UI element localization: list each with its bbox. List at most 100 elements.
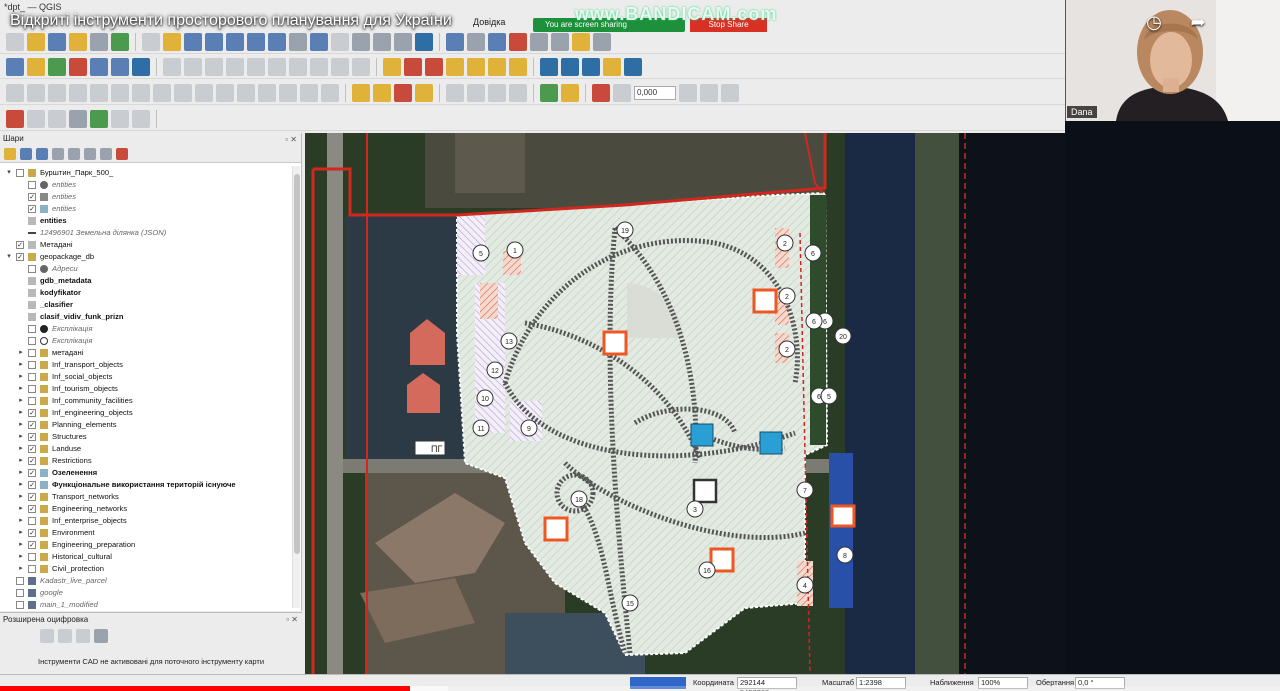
snapping-icon[interactable] <box>613 83 631 102</box>
layer-visibility-checkbox[interactable] <box>16 589 24 597</box>
layer-item[interactable]: ▸ метадані <box>0 347 301 359</box>
cad-parallel-icon[interactable] <box>58 629 72 643</box>
collapse-all-icon[interactable] <box>100 147 112 160</box>
pan-to-selection-icon[interactable] <box>163 32 181 51</box>
cad-perpendicular-icon[interactable] <box>76 629 90 643</box>
redo-icon[interactable] <box>352 57 370 76</box>
text-t-icon[interactable] <box>721 83 739 102</box>
zoom-layer-icon[interactable] <box>268 32 286 51</box>
shape-rect-icon[interactable] <box>467 83 485 102</box>
layer-item[interactable]: ▸ ✓ Озеленення <box>0 467 301 479</box>
panel-close-icon[interactable]: ▫ ✕ <box>285 134 297 146</box>
deselect-icon[interactable] <box>394 83 412 102</box>
expand-arrow-icon[interactable]: ▸ <box>17 443 25 455</box>
split-features-icon[interactable] <box>237 83 255 102</box>
trim-icon[interactable] <box>132 109 150 128</box>
layer-visibility-checkbox[interactable]: ✓ <box>16 241 24 249</box>
layer-item[interactable]: ▸ Inf_tourism_objects <box>0 383 301 395</box>
label-pin-icon[interactable] <box>404 57 422 76</box>
select-features-icon[interactable] <box>352 83 370 102</box>
vertex-tool-icon[interactable] <box>226 57 244 76</box>
undo-icon[interactable] <box>331 57 349 76</box>
layout-manager-icon[interactable] <box>90 32 108 51</box>
layer-visibility-checkbox[interactable]: ✓ <box>28 505 36 513</box>
statistics-sigma-icon[interactable] <box>509 32 527 51</box>
split-line-icon[interactable] <box>111 109 129 128</box>
tree-plugin-icon[interactable] <box>90 109 108 128</box>
undo-red-icon[interactable] <box>6 109 24 128</box>
layer-item[interactable]: Експлікація <box>0 335 301 347</box>
expand-arrow-icon[interactable]: ▸ <box>17 563 25 575</box>
bookmark-icon[interactable] <box>373 32 391 51</box>
vertex-editor-icon[interactable] <box>69 109 87 128</box>
add-group-icon[interactable] <box>20 147 32 160</box>
layer-item[interactable]: Kadastr_live_parcel <box>0 575 301 587</box>
share-icon[interactable]: ➦ <box>1186 10 1210 34</box>
label-rotate-icon[interactable] <box>488 57 506 76</box>
layer-visibility-checkbox[interactable] <box>28 397 36 405</box>
expand-arrow-icon[interactable]: ▾ <box>5 167 13 179</box>
layer-visibility-checkbox[interactable]: ✓ <box>28 469 36 477</box>
layer-item[interactable]: ▸ Inf_social_objects <box>0 371 301 383</box>
new-virtual-layer-icon[interactable] <box>111 57 129 76</box>
field-calculator-icon[interactable] <box>530 32 548 51</box>
menu-help[interactable]: Довідка <box>473 17 505 27</box>
add-vector-icon[interactable] <box>48 57 66 76</box>
building-marker-icon[interactable] <box>602 330 628 356</box>
style-manager-icon[interactable] <box>111 32 129 51</box>
identify-arrow-icon[interactable] <box>27 109 45 128</box>
add-raster-icon[interactable] <box>90 57 108 76</box>
video-progress-bar[interactable] <box>0 686 1280 691</box>
layer-visibility-checkbox[interactable]: ✓ <box>28 529 36 537</box>
layer-item[interactable]: ▾ ✓ geopackage_db <box>0 251 301 263</box>
layer-visibility-checkbox[interactable] <box>28 385 36 393</box>
label-move-icon[interactable] <box>467 57 485 76</box>
check-geometry-icon[interactable] <box>561 83 579 102</box>
layer-item[interactable]: _clasifier <box>0 299 301 311</box>
layer-item[interactable]: ▸ ✓ Landuse <box>0 443 301 455</box>
clock-icon[interactable]: ◷ <box>1142 10 1166 34</box>
new-shapefile-icon[interactable] <box>69 57 87 76</box>
coord-field[interactable]: 0,000 <box>634 85 676 100</box>
new-project-icon[interactable] <box>6 32 24 51</box>
text-ad-icon[interactable] <box>592 83 610 102</box>
save-project-icon[interactable] <box>48 32 66 51</box>
sport-field-marker-icon[interactable] <box>759 431 783 455</box>
expand-arrow-icon[interactable]: ▸ <box>17 419 25 431</box>
zoom-selection-icon[interactable] <box>247 32 265 51</box>
layer-visibility-checkbox[interactable] <box>16 577 24 585</box>
annotation-icon[interactable] <box>593 32 611 51</box>
layer-visibility-checkbox[interactable] <box>28 373 36 381</box>
delete-selected-icon[interactable] <box>247 57 265 76</box>
layer-visibility-checkbox[interactable] <box>28 337 36 345</box>
layer-item[interactable]: ▸ ✓ Transport_networks <box>0 491 301 503</box>
label-tool-icon[interactable] <box>383 57 401 76</box>
add-wms-icon[interactable] <box>132 57 150 76</box>
layer-item[interactable]: ▸ Inf_transport_objects <box>0 359 301 371</box>
layer-item[interactable]: ▸ Inf_enterprise_objects <box>0 515 301 527</box>
layer-visibility-checkbox[interactable]: ✓ <box>28 481 36 489</box>
digitize-icon[interactable] <box>6 83 24 102</box>
layer-item[interactable]: ▸ ✓ Функціональне використання територій і… <box>0 479 301 491</box>
new-geopackage-icon[interactable] <box>27 57 45 76</box>
temporal-icon[interactable] <box>394 32 412 51</box>
label-change-icon[interactable] <box>509 57 527 76</box>
layer-item[interactable]: ✓ entities <box>0 191 301 203</box>
layer-item[interactable]: entities <box>0 179 301 191</box>
layer-item[interactable]: main_1_modified <box>0 599 301 611</box>
layer-item[interactable]: ▸ Inf_community_facilities <box>0 395 301 407</box>
fill-ring-icon[interactable] <box>132 83 150 102</box>
delete-ring-icon[interactable] <box>153 83 171 102</box>
layer-visibility-checkbox[interactable] <box>28 181 36 189</box>
new-print-layout-icon[interactable] <box>69 32 87 51</box>
cut-features-icon[interactable] <box>268 57 286 76</box>
layer-visibility-checkbox[interactable]: ✓ <box>28 445 36 453</box>
zoom-last-icon[interactable] <box>310 32 328 51</box>
expand-arrow-icon[interactable]: ▸ <box>17 551 25 563</box>
cad-enable-icon[interactable] <box>40 629 54 643</box>
attribute-table-icon[interactable] <box>467 32 485 51</box>
layer-item[interactable]: clasif_vidiv_funk_prizn <box>0 311 301 323</box>
expand-arrow-icon[interactable]: ▸ <box>17 407 25 419</box>
layer-item[interactable]: Адреси <box>0 263 301 275</box>
layers-scrollbar[interactable] <box>292 166 300 608</box>
